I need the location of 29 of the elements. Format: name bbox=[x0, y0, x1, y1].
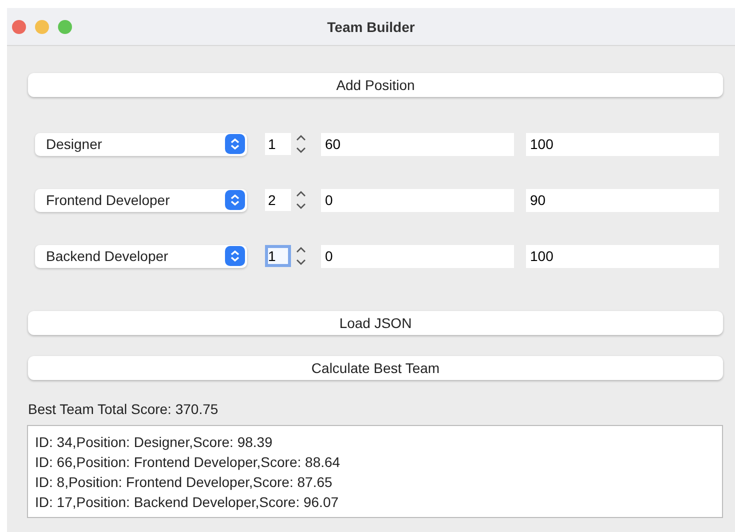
result-line: ID: 8,Position: Frontend Developer,Score: 87.65 bbox=[35, 473, 334, 492]
max-score-field[interactable]: 90 bbox=[526, 188, 719, 212]
dropdown-arrows-icon bbox=[225, 190, 245, 210]
position-dropdown[interactable]: Backend Developer bbox=[35, 244, 247, 268]
count-field[interactable]: 2 bbox=[265, 189, 291, 211]
total-score-label: Best Team Total Score: 370.75 bbox=[28, 401, 220, 417]
min-score-field[interactable]: 0 bbox=[321, 244, 514, 268]
position-dropdown[interactable]: Frontend Developer bbox=[35, 188, 247, 212]
dropdown-arrows-icon bbox=[225, 246, 245, 266]
window-title: Team Builder bbox=[327, 18, 415, 34]
min-score-field[interactable]: 0 bbox=[321, 188, 514, 212]
count-field[interactable]: 1 bbox=[265, 245, 291, 267]
result-line: ID: 17,Position: Backend Developer,Score: 96.07 bbox=[35, 493, 340, 512]
position-dropdown[interactable]: Designer bbox=[35, 132, 247, 156]
dropdown-arrows-icon bbox=[225, 134, 245, 154]
stepper-icon[interactable] bbox=[295, 189, 307, 211]
min-score-field[interactable]: 60 bbox=[321, 132, 514, 156]
results-text-area[interactable]: ID: 34,Position: Designer,Score: 98.39 ID: 66,Position: Frontend Developer,Score: 88.64 ID: 8,Position: Frontend Developer,Score: 87.65 ID: 17,Position: Backend Developer,Score: 96.07 bbox=[27, 425, 723, 518]
result-line: ID: 66,Position: Frontend Developer,Score: 88.64 bbox=[35, 453, 342, 472]
result-line: ID: 34,Position: Designer,Score: 98.39 bbox=[35, 433, 274, 452]
add-position-button[interactable]: Add Position bbox=[28, 73, 723, 97]
count-field[interactable]: 1 bbox=[265, 133, 291, 155]
close-button[interactable] bbox=[12, 20, 26, 34]
max-score-field[interactable]: 100 bbox=[526, 244, 719, 268]
max-score-field[interactable]: 100 bbox=[526, 132, 719, 156]
stepper-icon[interactable] bbox=[295, 245, 307, 267]
load-json-button[interactable]: Load JSON bbox=[28, 311, 723, 335]
stepper-icon[interactable] bbox=[295, 133, 307, 155]
calculate-button[interactable]: Calculate Best Team bbox=[28, 356, 723, 380]
